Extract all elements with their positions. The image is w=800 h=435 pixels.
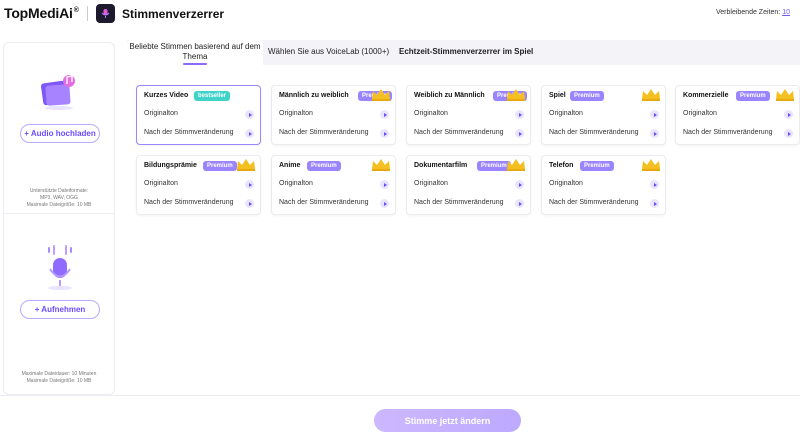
remaining-time: Verbleibende Zeiten: 10 xyxy=(715,9,790,16)
brand-logo[interactable]: TopMediAi® xyxy=(4,5,79,21)
premium-badge: Premium xyxy=(570,91,604,101)
premium-badge: Premium xyxy=(307,161,341,171)
changed-sound-label: Nach der Stimmveränderung xyxy=(414,129,504,136)
tab-voicelab[interactable]: Wählen Sie aus VoiceLab (1000+) xyxy=(268,47,389,57)
play-original-icon[interactable] xyxy=(380,110,389,119)
play-original-icon[interactable] xyxy=(515,180,524,189)
page-title: Stimmenverzerrer xyxy=(122,7,225,21)
crown-icon xyxy=(642,89,660,101)
voice-card-title: Telefon xyxy=(549,162,574,169)
play-changed-icon[interactable] xyxy=(515,199,524,208)
remaining-time-value[interactable]: 10 xyxy=(782,9,790,16)
crown-icon xyxy=(372,89,390,101)
voice-card-title: Dokumentarfilm xyxy=(414,162,468,169)
original-sound-label: Originalton xyxy=(279,110,313,117)
header-divider xyxy=(87,6,88,21)
original-sound-label: Originalton xyxy=(683,110,717,117)
play-original-icon[interactable] xyxy=(650,180,659,189)
record-limit-note: Maximale Dateidauer: 10 Minuten Maximale… xyxy=(21,371,97,384)
change-voice-now-button[interactable]: Stimme jetzt ändern xyxy=(374,409,521,432)
original-sound-label: Originalton xyxy=(144,110,178,117)
changed-sound-label: Nach der Stimmveränderung xyxy=(549,199,639,206)
play-original-icon[interactable] xyxy=(245,180,254,189)
voice-card-weiblich-zu-maennlich[interactable]: Weiblich zu Männlich Premium Originalton… xyxy=(406,85,531,145)
voice-card-kommerzielle[interactable]: Kommerzielle Premium Originalton Nach de… xyxy=(675,85,800,145)
tab-realtime-game[interactable]: Echtzeit-Stimmenverzerrer im Spiel xyxy=(399,47,533,57)
play-changed-icon[interactable] xyxy=(380,129,389,138)
bestseller-badge: bestseller xyxy=(194,91,231,101)
audio-folder-icon xyxy=(40,75,75,110)
play-changed-icon[interactable] xyxy=(515,129,524,138)
microphone-icon xyxy=(48,245,72,290)
source-panel-divider xyxy=(3,213,115,214)
crown-icon xyxy=(372,159,390,171)
upload-audio-button[interactable]: + Audio hochladen xyxy=(20,124,100,143)
play-changed-icon[interactable] xyxy=(650,199,659,208)
voice-card-kurzes-video[interactable]: Kurzes Video bestseller Originalton Nach… xyxy=(136,85,261,145)
play-original-icon[interactable] xyxy=(515,110,524,119)
voice-card-anime[interactable]: Anime Premium Originalton Nach der Stimm… xyxy=(271,155,396,215)
voice-changer-app-icon xyxy=(96,4,115,23)
premium-badge: Premium xyxy=(736,91,770,101)
premium-badge: Premium xyxy=(203,161,237,171)
footer-divider xyxy=(0,395,800,396)
premium-badge: Premium xyxy=(580,161,614,171)
voice-card-bildungspraemie[interactable]: Bildungsprämie Premium Originalton Nach … xyxy=(136,155,261,215)
original-sound-label: Originalton xyxy=(279,180,313,187)
play-original-icon[interactable] xyxy=(380,180,389,189)
play-changed-icon[interactable] xyxy=(380,199,389,208)
play-changed-icon[interactable] xyxy=(245,199,254,208)
changed-sound-label: Nach der Stimmveränderung xyxy=(144,129,234,136)
voice-card-telefon[interactable]: Telefon Premium Originalton Nach der Sti… xyxy=(541,155,666,215)
crown-icon xyxy=(776,89,794,101)
tab-popular-voices[interactable]: Beliebte Stimmen basierend auf dem Thema xyxy=(127,40,263,66)
original-sound-label: Originalton xyxy=(549,180,583,187)
original-sound-label: Originalton xyxy=(414,110,448,117)
voice-card-dokumentarfilm[interactable]: Dokumentarfilm Premium Originalton Nach … xyxy=(406,155,531,215)
voice-card-title: Weiblich zu Männlich xyxy=(414,92,485,99)
changed-sound-label: Nach der Stimmveränderung xyxy=(549,129,639,136)
play-changed-icon[interactable] xyxy=(784,129,793,138)
voice-card-maennlich-zu-weiblich[interactable]: Männlich zu weiblich Premium Originalton… xyxy=(271,85,396,145)
voice-card-title: Anime xyxy=(279,162,301,169)
upload-format-note: Unterstützte Dateiformate: MP3, WAV, OGG… xyxy=(26,188,92,208)
play-original-icon[interactable] xyxy=(650,110,659,119)
voice-card-title: Kurzes Video xyxy=(144,92,189,99)
original-sound-label: Originalton xyxy=(549,110,583,117)
changed-sound-label: Nach der Stimmveränderung xyxy=(279,129,369,136)
original-sound-label: Originalton xyxy=(414,180,448,187)
crown-icon xyxy=(507,159,525,171)
record-button[interactable]: + Aufnehmen xyxy=(20,300,100,319)
changed-sound-label: Nach der Stimmveränderung xyxy=(279,199,369,206)
voice-card-title: Männlich zu weiblich xyxy=(279,92,349,99)
changed-sound-label: Nach der Stimmveränderung xyxy=(144,199,234,206)
crown-icon xyxy=(237,159,255,171)
changed-sound-label: Nach der Stimmveränderung xyxy=(683,129,773,136)
play-original-icon[interactable] xyxy=(784,110,793,119)
play-original-icon[interactable] xyxy=(245,110,254,119)
changed-sound-label: Nach der Stimmveränderung xyxy=(414,199,504,206)
play-changed-icon[interactable] xyxy=(650,129,659,138)
voice-card-title: Bildungsprämie xyxy=(144,162,197,169)
voice-card-title: Spiel xyxy=(549,92,566,99)
voice-card-spiel[interactable]: Spiel Premium Originalton Nach der Stimm… xyxy=(541,85,666,145)
voice-card-title: Kommerzielle xyxy=(683,92,729,99)
play-changed-icon[interactable] xyxy=(245,129,254,138)
crown-icon xyxy=(642,159,660,171)
original-sound-label: Originalton xyxy=(144,180,178,187)
crown-icon xyxy=(507,89,525,101)
app-header: TopMediAi® Stimmenverzerrer Verbleibende… xyxy=(0,0,800,28)
